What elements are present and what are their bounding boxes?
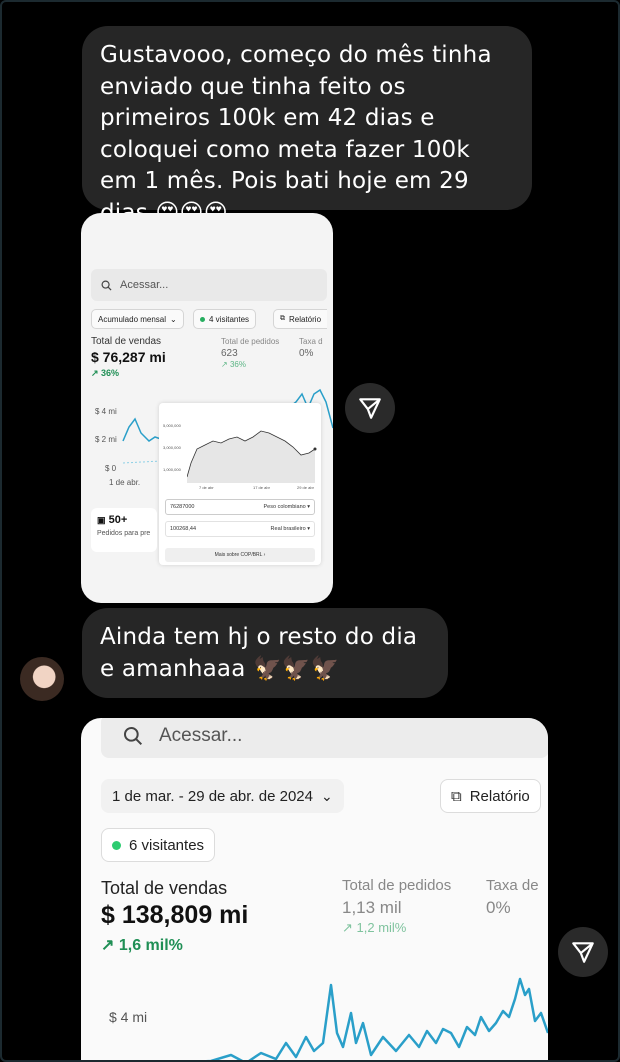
share-button-2[interactable]	[558, 927, 608, 977]
date-range-label: 1 de mar. - 29 de abr. de 2024	[112, 787, 313, 805]
report-button: ⧉ Relatório	[440, 779, 541, 813]
y-tick-mid: $ 2 mi	[95, 435, 117, 444]
search-placeholder: Acessar...	[120, 279, 169, 291]
currency-select-2-label: Real brasileiro	[270, 526, 306, 532]
sales-value: $ 76,287 mi	[91, 349, 166, 365]
orders-card: ▣ 50+ Pedidos para pre	[91, 508, 157, 552]
rate-value-2: 0%	[486, 898, 511, 917]
overlay-y-tick-2: 3,000,000	[163, 445, 181, 450]
report-chip: ⧉ Relatório	[273, 309, 328, 329]
rate-value: 0%	[299, 348, 314, 359]
amount-field-2-value: 100268,44	[170, 526, 196, 532]
message-bubble-1[interactable]: Gustavooo, começo do mês tinha enviado q…	[82, 26, 532, 226]
y-tick-top: $ 4 mi	[95, 407, 117, 416]
shared-image-2[interactable]: Acessar... 1 de mar. - 29 de abr. de 202…	[81, 718, 548, 1060]
sales-line-chart	[205, 977, 548, 1060]
report-chip-label: Relatório	[289, 314, 322, 324]
sales-label-2: Total de vendas	[101, 878, 228, 898]
message-text-2: Ainda tem hj o resto do dia e amanhaaa 🦅…	[100, 624, 418, 682]
rate-label-2: Taxa de	[486, 877, 539, 894]
avatar[interactable]	[20, 657, 64, 701]
visitors-chip: 4 visitantes	[193, 309, 257, 329]
period-chip-label: Acumulado mensal	[98, 314, 167, 324]
shared-image-1[interactable]: Acessar... Acumulado mensal ⌄ 4 visitant…	[81, 213, 333, 603]
orders-card-sub: Pedidos para pre	[97, 530, 151, 537]
sales-mini-chart	[122, 417, 161, 464]
orders-card-value: 50+	[108, 514, 128, 526]
orders-value: 623	[221, 348, 238, 359]
search-bar-2: Acessar...	[101, 718, 548, 758]
report-icon: ⧉	[280, 315, 285, 322]
message-bubble-2[interactable]: Ainda tem hj o resto do dia e amanhaaa 🦅…	[82, 608, 448, 698]
live-dot-icon	[200, 316, 205, 322]
report-button-label: Relatório	[469, 787, 530, 805]
y-tick-2: $ 4 mi	[109, 1009, 148, 1025]
more-info-label: Mais sobre COP/BRL	[214, 552, 263, 558]
orders-label-2: Total de pedidos	[342, 877, 452, 894]
sales-growth-value: 36%	[101, 368, 120, 378]
search-icon	[101, 280, 112, 291]
more-info-button: Mais sobre COP/BRL ›	[165, 548, 315, 562]
exchange-rate-chart	[187, 430, 317, 483]
currency-select-1: Peso colombiano ▾	[263, 504, 311, 510]
overlay-y-tick-1: 5,000,000	[163, 423, 181, 428]
y-tick-bottom: $ 0	[105, 464, 117, 473]
send-icon	[572, 942, 594, 963]
amount-field-1: 76287000 Peso colombiano ▾	[165, 499, 315, 515]
sales-growth-2-value: 1,6 mil%	[118, 937, 183, 954]
message-text-1: Gustavooo, começo do mês tinha enviado q…	[100, 42, 492, 226]
search-icon	[124, 727, 143, 746]
rate-label: Taxa d	[299, 337, 323, 346]
currency-converter-popup: 5,000,000 3,000,000 1,000,000 7 de abr 1…	[159, 403, 321, 565]
chevron-down-icon: ⌄	[320, 787, 333, 804]
visitors-chip-label: 4 visitantes	[209, 314, 250, 324]
overlay-y-tick-3: 1,000,000	[163, 467, 181, 472]
report-icon: ⧉	[451, 787, 462, 805]
share-button-1[interactable]	[345, 383, 395, 433]
visitors-chip-2: 6 visitantes	[101, 828, 216, 862]
currency-select-2: Real brasileiro ▾	[270, 526, 310, 532]
orders-growth-2: ↗ 1,2 mil%	[342, 920, 407, 935]
orders-growth-value: 36%	[229, 360, 246, 369]
sales-label: Total de vendas	[91, 336, 162, 347]
search-bar: Acessar...	[91, 269, 327, 301]
currency-select-1-label: Peso colombiano	[263, 504, 306, 510]
date-range-picker: 1 de mar. - 29 de abr. de 2024 ⌄	[101, 779, 344, 813]
period-chip: Acumulado mensal ⌄	[91, 309, 184, 329]
sales-growth: ↗ 36%	[91, 368, 120, 378]
sales-growth-2: ↗ 1,6 mil%	[101, 937, 183, 954]
send-icon	[359, 398, 381, 419]
chevron-down-icon: ⌄	[170, 314, 177, 324]
visitors-chip-2-label: 6 visitantes	[129, 836, 205, 854]
chat-screen: Gustavooo, começo do mês tinha enviado q…	[0, 0, 620, 1062]
overlay-x-tick-3: 29 de abr	[297, 485, 314, 490]
orders-growth-2-value: 1,2 mil%	[356, 920, 407, 935]
search-placeholder-2: Acessar...	[159, 725, 243, 746]
orders-card-count: ▣ 50+	[97, 514, 127, 526]
overlay-x-tick-2: 17 de abr	[253, 485, 270, 490]
live-dot-icon	[112, 840, 121, 850]
amount-field-2: 100268,44 Real brasileiro ▾	[165, 521, 315, 537]
amount-field-1-value: 76287000	[170, 504, 195, 510]
overlay-x-tick-1: 7 de abr	[199, 485, 214, 490]
orders-value-2: 1,13 mil	[342, 898, 402, 917]
orders-growth: ↗ 36%	[221, 360, 246, 369]
box-icon: ▣	[97, 515, 106, 525]
orders-label: Total de pedidos	[221, 337, 280, 346]
sales-value-2: $ 138,809 mi	[101, 901, 249, 929]
x-tick: 1 de abr.	[109, 478, 141, 487]
